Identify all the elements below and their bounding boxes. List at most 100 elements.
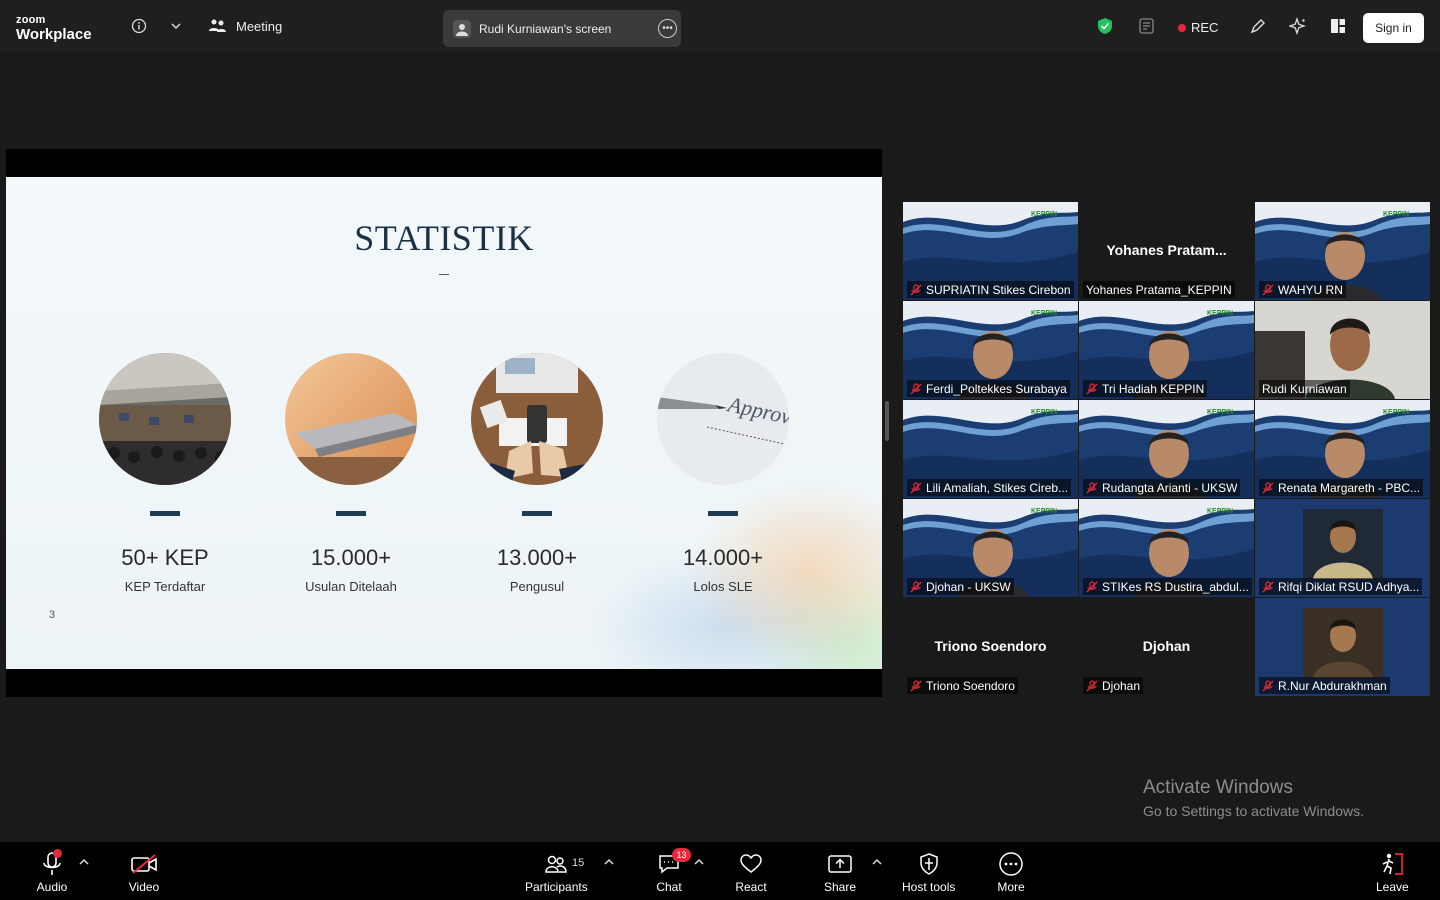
more-button[interactable]: More [995,850,1027,894]
participant-tile[interactable]: KEPPIN Tri Hadiah KEPPIN [1079,301,1254,399]
participant-name: Rudangta Arianti - UKSW [1102,480,1238,495]
mic-muted-icon [1262,580,1274,592]
svg-text:KEPPIN: KEPPIN [1031,409,1057,416]
participant-tile[interactable]: KEPPIN SUPRIATIN Stikes Cirebon [903,202,1078,300]
participant-tile[interactable]: Yohanes Pratam... Yohanes Pratama_KEPPIN [1079,202,1254,300]
share-label: Share [824,880,857,894]
participant-tile[interactable]: Rudi Kurniawan [1255,301,1430,399]
mic-muted-icon [1262,679,1274,691]
audio-options-caret-icon[interactable] [79,858,91,868]
rec-label: REC [1191,20,1219,35]
participant-name-label: Tri Hadiah KEPPIN [1083,380,1208,397]
participant-name-label: Renata Margareth - PBC... [1259,479,1424,496]
participant-name-label: Djohan [1083,677,1144,694]
audio-button[interactable]: Audio [36,849,68,894]
captions-icon[interactable] [1137,16,1157,36]
mic-muted-icon [910,580,922,592]
participant-name: Yohanes Pratama_KEPPIN [1086,282,1232,297]
participant-name-label: Rudangta Arianti - UKSW [1083,479,1241,496]
svg-text:KEPPIN: KEPPIN [1031,310,1057,317]
slide-title: STATISTIK [354,218,534,258]
stat-value: 50+ KEP [121,545,209,570]
participant-tile[interactable]: KEPPIN Rudangta Arianti - UKSW [1079,400,1254,498]
participant-tile[interactable]: KEPPIN Lili Amaliah, Stikes Cireb... [903,400,1078,498]
mic-muted-icon [1262,481,1274,493]
view-options-icon[interactable]: ••• [658,19,677,38]
participant-tile[interactable]: R.Nur Abdurakhman [1255,598,1430,696]
shield-icon [913,850,945,878]
watermark-line1: Activate Windows [1143,777,1293,798]
participants-count: 15 [572,857,585,869]
participant-name-label: Triono Soendoro [907,677,1018,694]
screen-share-label: Rudi Kurniawan's screen [479,21,612,36]
stat-caption: Usulan Ditelaah [305,579,397,594]
participant-name-label: Rifqi Diklat RSUD Adhya... [1259,578,1423,595]
participant-name: Djohan [1102,678,1141,693]
chevron-down-icon[interactable] [166,16,186,36]
activate-windows-watermark: Activate Windows Go to Settings to activ… [1143,777,1364,819]
heart-icon [735,850,767,878]
host-tools-button[interactable]: Host tools [902,850,955,894]
logo-zoom-text: zoom [16,14,46,26]
split-view-handle[interactable] [885,401,889,441]
participant-name: WAHYU RN [1278,282,1343,297]
participant-tile[interactable]: KEPPIN Djohan - UKSW [903,499,1078,597]
chat-options-caret-icon[interactable] [694,858,706,868]
participants-icon [540,850,572,878]
view-layout-icon[interactable] [1328,16,1348,36]
more-dots-icon [995,850,1027,878]
top-bar: zoom Workplace Meeting Rudi Kurniawan's … [0,0,1440,52]
meeting-info-icon[interactable] [129,16,149,36]
participant-name: Rifqi Diklat RSUD Adhya... [1278,579,1420,594]
recording-indicator[interactable]: REC [1178,20,1218,35]
mic-muted-icon [1086,580,1098,592]
participant-name: Ferdi_Poltekkes Surabaya [926,381,1067,396]
share-options-caret-icon[interactable] [872,858,884,868]
presenter-avatar-icon [453,19,471,38]
svg-text:KEPPIN: KEPPIN [1383,211,1409,218]
participant-tile[interactable]: KEPPIN STIKes RS Dustira_abdul... [1079,499,1254,597]
react-button[interactable]: React [735,850,767,894]
svg-text:KEPPIN: KEPPIN [1207,310,1233,317]
participants-label: Participants [525,880,588,894]
video-button[interactable]: Video [128,850,160,894]
participant-photo [1303,608,1383,678]
participant-photo [1303,509,1383,579]
participant-name-label: R.Nur Abdurakhman [1259,677,1390,694]
participant-tile[interactable]: Rifqi Diklat RSUD Adhya... [1255,499,1430,597]
mic-muted-icon [910,382,922,394]
meeting-menu[interactable]: Meeting [208,18,282,34]
participant-name: STIKes RS Dustira_abdul... [1102,579,1249,594]
participant-name: SUPRIATIN Stikes Cirebon [926,282,1071,297]
participant-tile[interactable]: Triono Soendoro Triono Soendoro [903,598,1078,696]
participant-name: Rudi Kurniawan [1262,381,1347,396]
share-button[interactable]: Share [824,850,856,894]
participant-display-name: Triono Soendoro [934,638,1047,654]
participant-tile[interactable]: KEPPIN Ferdi_Poltekkes Surabaya [903,301,1078,399]
svg-text:KEPPIN: KEPPIN [1031,211,1057,218]
sign-in-button[interactable]: Sign in [1363,13,1424,43]
participant-name-label: STIKes RS Dustira_abdul... [1083,578,1252,595]
mic-muted-icon [1086,382,1098,394]
ai-companion-icon[interactable] [1288,16,1308,36]
participant-tile[interactable]: KEPPIN Renata Margareth - PBC... [1255,400,1430,498]
annotate-pen-icon[interactable] [1248,16,1268,36]
chat-button[interactable]: 13 Chat [653,848,691,894]
screen-share-indicator[interactable]: Rudi Kurniawan's screen ••• [443,10,681,47]
participants-options-caret-icon[interactable] [604,858,616,868]
stat-kep-terdaftar: 50+ KEP KEP Terdaftar [75,353,255,594]
microphone-muted-icon [36,849,68,878]
participant-tile[interactable]: KEPPIN WAHYU RN [1255,202,1430,300]
camera-off-icon [128,850,160,878]
share-screen-icon [824,850,856,878]
security-shield-icon[interactable] [1095,16,1115,36]
audio-alert-dot [53,849,62,858]
participant-name-label: Yohanes Pratama_KEPPIN [1083,281,1235,298]
leave-label: Leave [1376,880,1409,894]
leave-button[interactable]: Leave [1376,850,1409,894]
recording-dot-icon [1178,23,1186,32]
participant-tile[interactable]: Djohan Djohan [1079,598,1254,696]
stat-value: 13.000+ [496,545,578,570]
stat-bar [336,511,366,516]
title-underline [439,274,449,275]
